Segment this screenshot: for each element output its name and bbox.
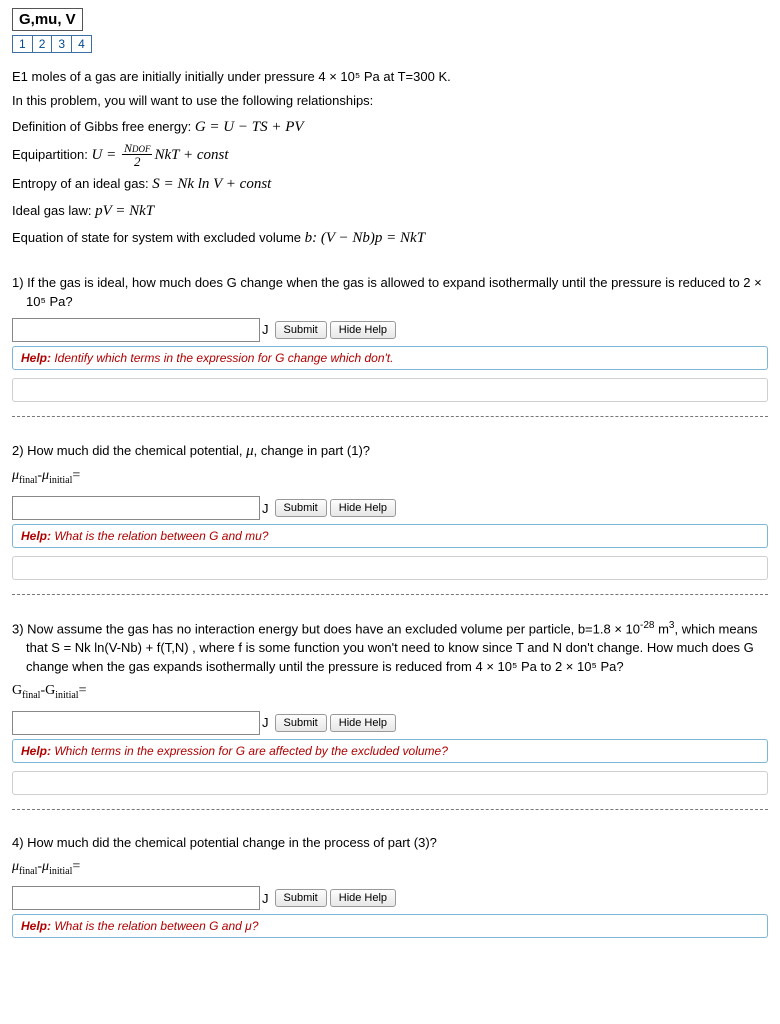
tab-1[interactable]: 1 <box>12 35 33 53</box>
tab-4[interactable]: 4 <box>71 35 92 53</box>
q2-feedback <box>12 556 768 580</box>
separator <box>12 416 768 417</box>
eq-ideal: Ideal gas law: pV = NkT <box>12 199 768 223</box>
eq-entropy: Entropy of an ideal gas: S = Nk ln V + c… <box>12 172 768 196</box>
separator <box>12 809 768 810</box>
q3-answer-input[interactable] <box>12 711 260 735</box>
intro-line2: In this problem, you will want to use th… <box>12 91 768 112</box>
question-3: 3) Now assume the gas has no interaction… <box>12 619 768 810</box>
q1-submit-button[interactable]: Submit <box>275 321 327 339</box>
q2-answer-input[interactable] <box>12 496 260 520</box>
eq-equipartition: Equipartition: U = NDOF2NkT + const <box>12 142 768 169</box>
q3-unit: J <box>262 715 269 730</box>
q4-answer-input[interactable] <box>12 886 260 910</box>
tab-2[interactable]: 2 <box>32 35 53 53</box>
q1-feedback <box>12 378 768 402</box>
question-1: 1) If the gas is ideal, how much does G … <box>12 274 768 417</box>
q1-answer-input[interactable] <box>12 318 260 342</box>
q3-feedback <box>12 771 768 795</box>
q1-text: 1) If the gas is ideal, how much does G … <box>12 274 768 312</box>
q2-eq-label: μfinal-μinitial= <box>12 468 768 486</box>
q3-eq-label: Gfinal-Ginitial= <box>12 683 768 701</box>
q4-unit: J <box>262 891 269 906</box>
q2-text: 2) How much did the chemical potential, … <box>12 441 768 463</box>
question-2: 2) How much did the chemical potential, … <box>12 441 768 596</box>
q4-help: Help: What is the relation between G and… <box>12 914 768 938</box>
q2-unit: J <box>262 501 269 516</box>
q1-hidehelp-button[interactable]: Hide Help <box>330 321 396 339</box>
intro-block: E1 moles of a gas are initially initiall… <box>12 67 768 250</box>
tab-row: 1234 <box>12 35 768 53</box>
question-4: 4) How much did the chemical potential c… <box>12 834 768 939</box>
separator <box>12 594 768 595</box>
eq-eos: Equation of state for system with exclud… <box>12 226 768 250</box>
q2-hidehelp-button[interactable]: Hide Help <box>330 499 396 517</box>
q1-unit: J <box>262 322 269 337</box>
q3-hidehelp-button[interactable]: Hide Help <box>330 714 396 732</box>
page-title: G,mu, V <box>12 8 83 31</box>
q3-help: Help: Which terms in the expression for … <box>12 739 768 763</box>
q4-hidehelp-button[interactable]: Hide Help <box>330 889 396 907</box>
q4-submit-button[interactable]: Submit <box>275 889 327 907</box>
q1-help: Help: Identify which terms in the expres… <box>12 346 768 370</box>
tab-3[interactable]: 3 <box>51 35 72 53</box>
q4-text: 4) How much did the chemical potential c… <box>12 834 768 853</box>
q2-help: Help: What is the relation between G and… <box>12 524 768 548</box>
eq-gibbs: Definition of Gibbs free energy: G = U −… <box>12 115 768 139</box>
q3-submit-button[interactable]: Submit <box>275 714 327 732</box>
q4-eq-label: μfinal-μinitial= <box>12 859 768 877</box>
q2-submit-button[interactable]: Submit <box>275 499 327 517</box>
q3-text: 3) Now assume the gas has no interaction… <box>12 619 768 677</box>
intro-line1: E1 moles of a gas are initially initiall… <box>12 67 768 88</box>
